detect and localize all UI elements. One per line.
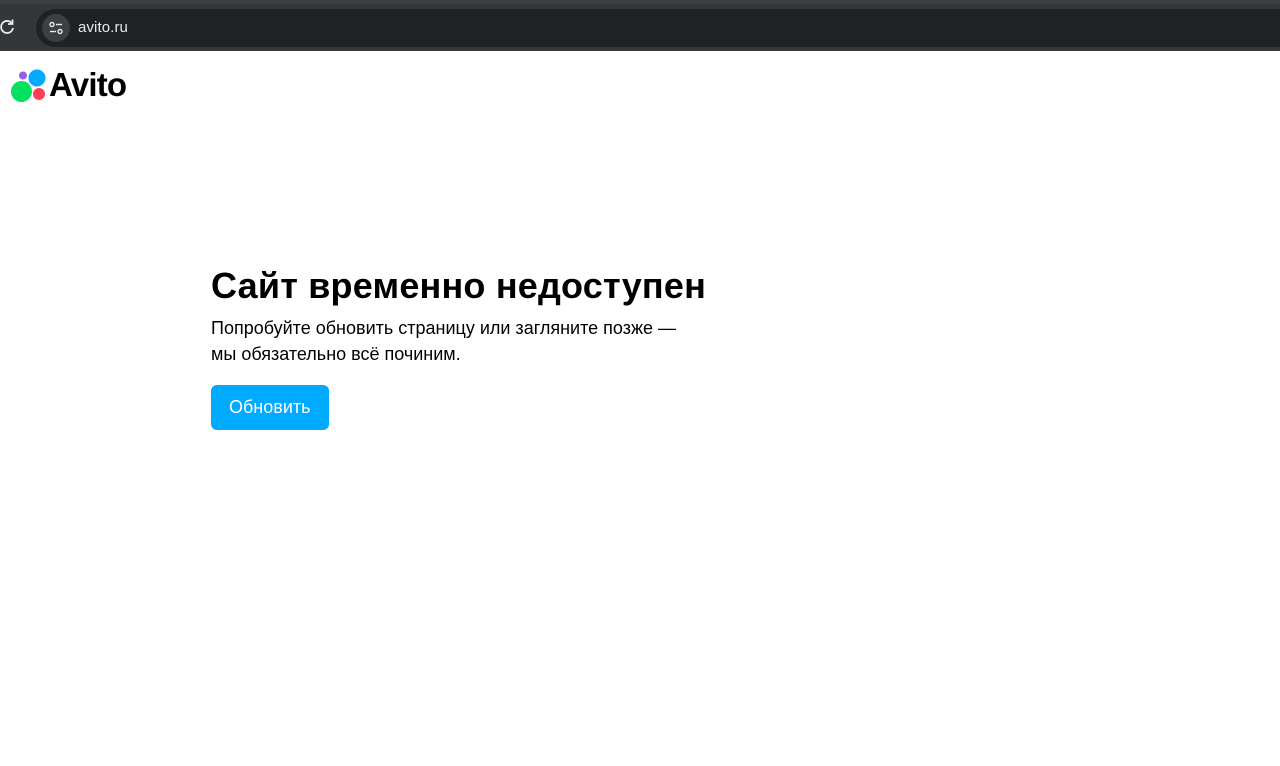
error-description: Попробуйте обновить страницу или загляни…	[211, 315, 711, 367]
browser-toolbar: avito.ru	[0, 4, 1280, 51]
description-line-2: мы обязательно всё починим.	[211, 344, 461, 364]
description-line-1: Попробуйте обновить страницу или загляни…	[211, 318, 677, 338]
error-panel: Сайт временно недоступен Попробуйте обно…	[211, 265, 771, 430]
page-content: Avito Сайт временно недоступен Попробуйт…	[0, 51, 1280, 766]
browser-chrome: avito.ru	[0, 0, 1280, 51]
refresh-button[interactable]: Обновить	[211, 385, 329, 430]
avito-logo[interactable]: Avito	[11, 66, 127, 103]
reload-button[interactable]	[0, 16, 18, 38]
page-title: Сайт временно недоступен	[211, 265, 707, 306]
avito-dots-icon	[11, 69, 46, 102]
logo-wordmark: Avito	[49, 66, 127, 103]
tune-icon	[49, 21, 63, 35]
site-info-button[interactable]	[42, 14, 70, 42]
url-text[interactable]: avito.ru	[78, 19, 128, 36]
reload-icon	[0, 19, 14, 34]
address-bar[interactable]: avito.ru	[36, 9, 1280, 47]
